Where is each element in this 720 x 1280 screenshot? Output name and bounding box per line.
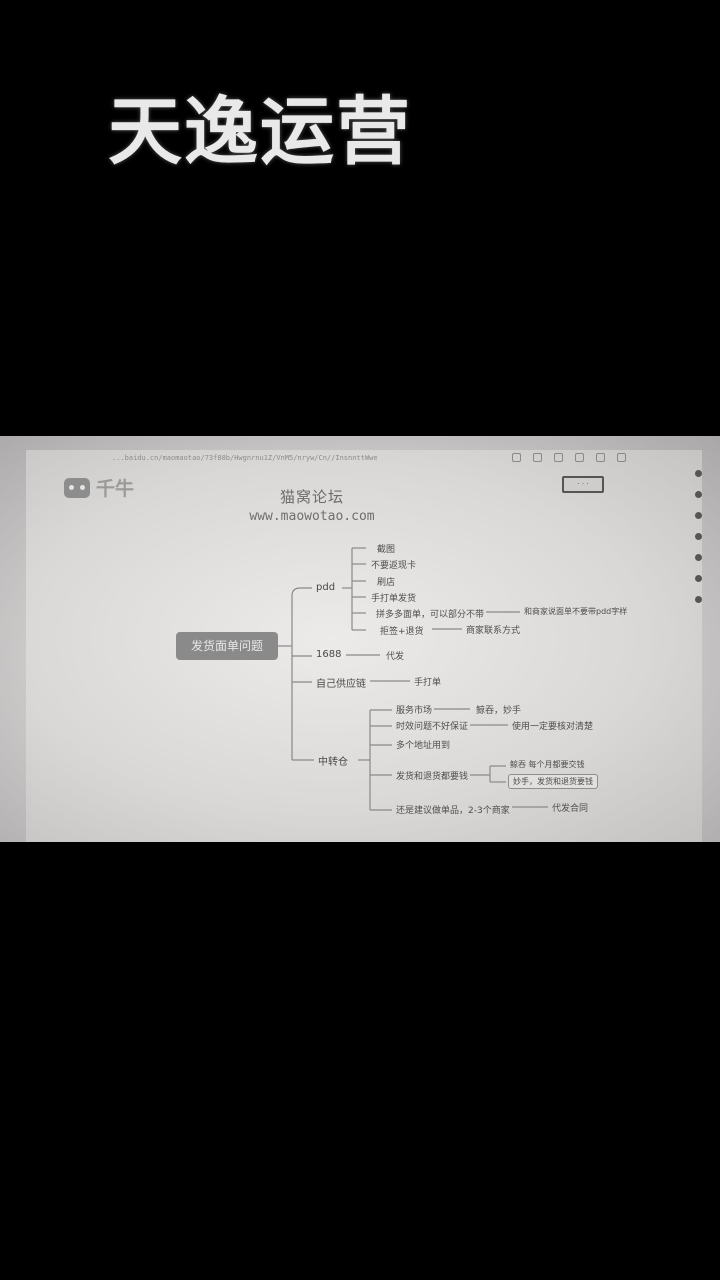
branch-transfer[interactable]: 中转仓 — [318, 753, 348, 768]
transfer-note[interactable]: 鲸吞 每个月都要交钱 — [510, 759, 585, 770]
transfer-note[interactable]: 鲸吞，妙手 — [476, 703, 521, 716]
pdd-item[interactable]: 截图 — [377, 542, 395, 555]
transfer-item[interactable]: 服务市场 — [396, 703, 432, 716]
bottom-letterbox — [0, 842, 720, 1280]
transfer-note[interactable]: 使用一定要核对清楚 — [512, 719, 593, 732]
pdd-item[interactable]: 不要返现卡 — [371, 558, 416, 571]
1688-note[interactable]: 代发 — [386, 649, 404, 662]
screen-photo: ...baidu.cn/maomaotao/73f88b/Hwgnrnu1Z/V… — [0, 436, 720, 842]
mindmap-root[interactable]: 发货面单问题 — [176, 632, 278, 660]
pdd-item[interactable]: 刷店 — [377, 575, 395, 588]
pdd-note[interactable]: 商家联系方式 — [466, 623, 520, 636]
overlay-title: 天逸运营 — [108, 89, 412, 175]
pdd-note[interactable]: 和商家说面单不要带pdd字样 — [524, 606, 627, 617]
own-supply-note[interactable]: 手打单 — [414, 675, 441, 688]
pdd-item[interactable]: 手打单发货 — [371, 591, 416, 604]
mindmap-connectors — [278, 547, 548, 811]
pdd-item[interactable]: 拒签+退货 — [380, 624, 424, 637]
branch-1688[interactable]: 1688 — [316, 649, 341, 660]
transfer-note[interactable]: 代发合同 — [552, 801, 588, 814]
branch-own-supply[interactable]: 自己供应链 — [316, 675, 366, 690]
transfer-note-selected[interactable]: 妙手，发货和退货要钱 — [508, 774, 598, 789]
transfer-item[interactable]: 发货和退货都要钱 — [396, 769, 468, 782]
transfer-item[interactable]: 时效问题不好保证 — [396, 719, 468, 732]
branch-pdd[interactable]: pdd — [316, 582, 335, 593]
pdd-item[interactable]: 拼多多面单，可以部分不带 — [376, 607, 484, 620]
transfer-item[interactable]: 还是建议做单品，2-3个商家 — [396, 803, 510, 816]
transfer-item[interactable]: 多个地址用到 — [396, 738, 450, 751]
